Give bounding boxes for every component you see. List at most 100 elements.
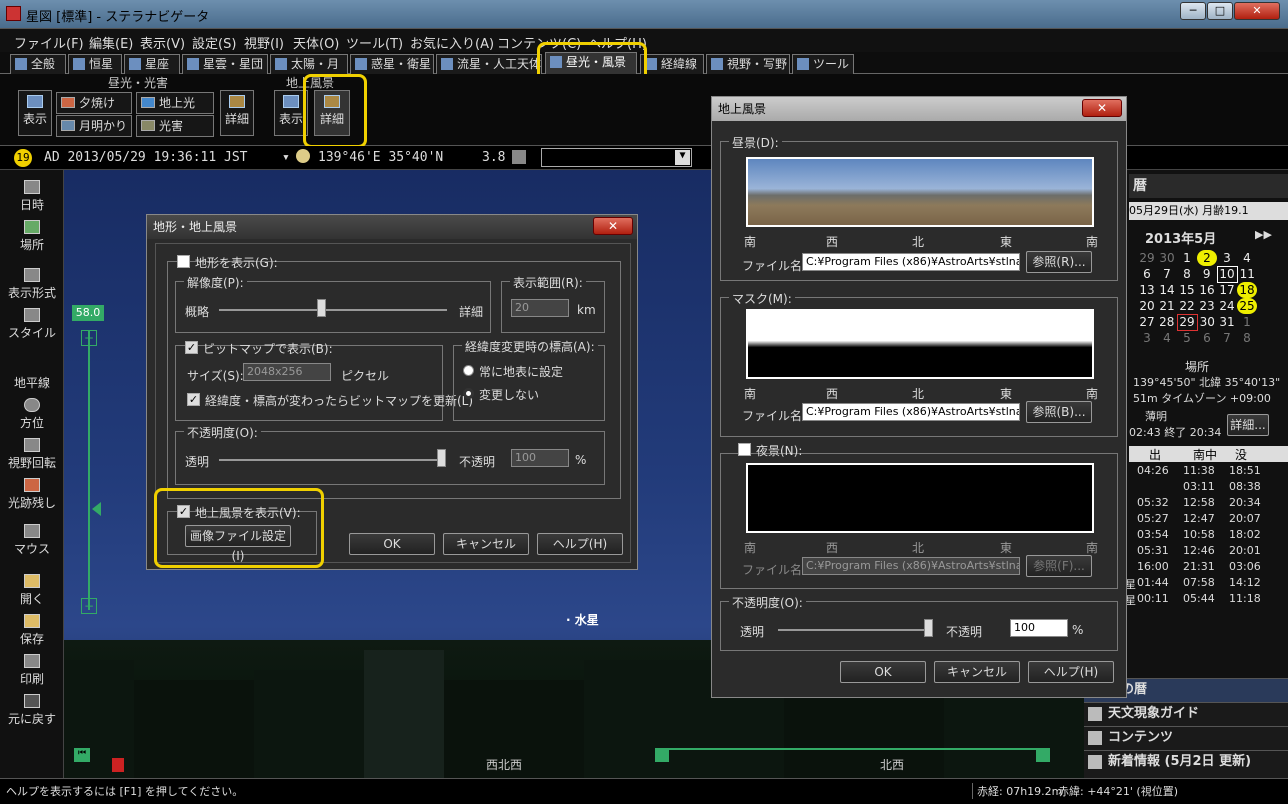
magnitude-display[interactable]: 3.8 bbox=[482, 150, 505, 165]
mask-browse-button[interactable]: 参照(B)... bbox=[1026, 401, 1092, 423]
menu-object[interactable]: 天体(O) bbox=[293, 33, 339, 52]
opacity-thumb[interactable] bbox=[924, 619, 933, 637]
cal-day[interactable]: 21 bbox=[1157, 298, 1177, 314]
zoom-handle[interactable] bbox=[92, 502, 101, 516]
cal-day[interactable]: 8 bbox=[1177, 266, 1197, 282]
save-tool[interactable]: 保存 bbox=[0, 614, 64, 647]
help-button[interactable]: ヘルプ(H) bbox=[1028, 661, 1114, 683]
daylight-show-button[interactable]: 表示 bbox=[18, 90, 52, 136]
tab-grid-lines[interactable]: 経緯線 bbox=[640, 54, 704, 74]
cal-day-selected[interactable]: 29 bbox=[1176, 313, 1198, 331]
rotate-tool[interactable]: 視野回転 bbox=[0, 438, 64, 471]
datetime-tool[interactable]: 日時 bbox=[0, 180, 64, 213]
cal-day[interactable]: 25 bbox=[1237, 298, 1257, 314]
mercury-label[interactable]: · 水星 bbox=[566, 611, 599, 628]
zoom-slider-track[interactable] bbox=[88, 330, 90, 610]
cal-day[interactable]: 6 bbox=[1197, 330, 1217, 346]
cal-day[interactable]: 14 bbox=[1157, 282, 1177, 298]
cal-day[interactable]: 17 bbox=[1217, 282, 1237, 298]
mask-file-input[interactable]: C:¥Program Files (x86)¥AstroArts¥stlnav9 bbox=[802, 403, 1020, 421]
cal-day[interactable]: 3 bbox=[1137, 330, 1157, 346]
cal-day[interactable]: 22 bbox=[1177, 298, 1197, 314]
next-month-button[interactable]: ▶▶ bbox=[1255, 228, 1272, 241]
panel-news[interactable]: 新着情報 (5月2日 更新) bbox=[1084, 750, 1288, 778]
tab-nebulae[interactable]: 星雲・星団 bbox=[182, 54, 268, 74]
location-display[interactable]: 139°46'E 35°40'N bbox=[318, 150, 443, 165]
tab-sun-moon[interactable]: 太陽・月 bbox=[270, 54, 348, 74]
horizon-tool[interactable]: 地平線 bbox=[0, 374, 64, 391]
menu-tools[interactable]: ツール(T) bbox=[346, 33, 403, 52]
cal-day[interactable]: 27 bbox=[1137, 314, 1157, 330]
datetime-display[interactable]: AD 2013/05/29 19:36:11 JST bbox=[44, 150, 248, 165]
panel-astro-guide[interactable]: 天文現象ガイド bbox=[1084, 702, 1288, 726]
panel-contents[interactable]: コンテンツ bbox=[1084, 726, 1288, 750]
cal-day[interactable]: 7 bbox=[1217, 330, 1237, 346]
elev-radio-1[interactable] bbox=[463, 365, 474, 376]
open-tool[interactable]: 開く bbox=[0, 574, 64, 607]
moonlight-button[interactable]: 月明かり bbox=[56, 115, 132, 137]
cal-day[interactable]: 6 bbox=[1137, 266, 1157, 282]
chevron-down-icon[interactable]: ▼ bbox=[675, 150, 690, 165]
cal-day[interactable]: 30 bbox=[1197, 314, 1217, 330]
azimuth-slider[interactable] bbox=[655, 748, 1050, 762]
close-button[interactable]: ✕ bbox=[593, 217, 633, 235]
light-pollution-button[interactable]: 光害 bbox=[136, 115, 214, 137]
cal-day[interactable]: 16 bbox=[1197, 282, 1217, 298]
resolution-slider[interactable] bbox=[219, 309, 447, 311]
cal-day[interactable]: 4 bbox=[1237, 250, 1257, 266]
ground-light-button[interactable]: 地上光 bbox=[136, 92, 214, 114]
menu-edit[interactable]: 編集(E) bbox=[89, 33, 133, 52]
maximize-button[interactable]: □ bbox=[1207, 2, 1233, 20]
cal-day[interactable]: 3 bbox=[1217, 250, 1237, 266]
menu-field[interactable]: 視野(I) bbox=[244, 33, 284, 52]
tab-general[interactable]: 全般 bbox=[10, 54, 66, 74]
cal-day[interactable]: 1 bbox=[1177, 250, 1197, 266]
opacity-slider[interactable] bbox=[778, 629, 932, 631]
sunset-button[interactable]: 夕焼け bbox=[56, 92, 132, 114]
cancel-button[interactable]: キャンセル bbox=[443, 533, 529, 555]
tab-meteors[interactable]: 流星・人工天体 bbox=[436, 54, 542, 74]
zoom-out-button[interactable]: − bbox=[81, 598, 97, 614]
range-input[interactable]: 20 bbox=[511, 299, 569, 317]
cal-day[interactable]: 9 bbox=[1197, 266, 1217, 282]
cal-day[interactable]: 31 bbox=[1217, 314, 1237, 330]
night-browse-button[interactable]: 参照(F)... bbox=[1026, 555, 1092, 577]
cal-day[interactable]: 8 bbox=[1237, 330, 1257, 346]
cal-day[interactable]: 15 bbox=[1177, 282, 1197, 298]
location-tool[interactable]: 場所 bbox=[0, 220, 64, 253]
cal-day[interactable]: 4 bbox=[1157, 330, 1177, 346]
bitmap-checkbox[interactable]: ✓ bbox=[185, 341, 198, 354]
minimize-button[interactable]: ─ bbox=[1180, 2, 1206, 20]
tab-constellations[interactable]: 星座 bbox=[124, 54, 180, 74]
detail-button[interactable]: 詳細... bbox=[1227, 414, 1269, 436]
cal-day[interactable]: 28 bbox=[1157, 314, 1177, 330]
rewind-button[interactable]: ⏮ bbox=[74, 748, 90, 762]
ok-button[interactable]: OK bbox=[349, 533, 435, 555]
menu-file[interactable]: ファイル(F) bbox=[14, 33, 84, 52]
size-select[interactable]: 2048x256 bbox=[243, 363, 331, 381]
tab-tools[interactable]: ツール bbox=[792, 54, 854, 74]
night-checkbox[interactable] bbox=[738, 443, 751, 456]
dropdown-arrow-icon[interactable]: ▾ bbox=[282, 150, 290, 165]
print-tool[interactable]: 印刷 bbox=[0, 654, 64, 687]
menu-view[interactable]: 表示(V) bbox=[140, 33, 185, 52]
tab-planets[interactable]: 惑星・衛星 bbox=[350, 54, 434, 74]
elev-radio-2[interactable] bbox=[463, 388, 474, 399]
display-format-tool[interactable]: 表示形式 bbox=[0, 268, 64, 301]
close-button[interactable]: ✕ bbox=[1234, 2, 1280, 20]
cal-day[interactable]: 13 bbox=[1137, 282, 1157, 298]
ok-button[interactable]: OK bbox=[840, 661, 926, 683]
tab-field-view[interactable]: 視野・写野 bbox=[706, 54, 790, 74]
cal-day[interactable]: 23 bbox=[1197, 298, 1217, 314]
search-combo[interactable]: ▼ bbox=[541, 148, 692, 167]
opacity-slider[interactable] bbox=[219, 459, 443, 461]
cal-day[interactable]: 7 bbox=[1157, 266, 1177, 282]
cancel-button[interactable]: キャンセル bbox=[934, 661, 1020, 683]
zoom-in-button[interactable]: + bbox=[81, 330, 97, 346]
mouse-tool[interactable]: マウス bbox=[0, 524, 64, 557]
opacity-thumb[interactable] bbox=[437, 449, 446, 467]
cal-day[interactable]: 5 bbox=[1177, 330, 1197, 346]
help-button[interactable]: ヘルプ(H) bbox=[537, 533, 623, 555]
direction-tool[interactable]: 方位 bbox=[0, 398, 64, 431]
opacity-input[interactable]: 100 bbox=[511, 449, 569, 467]
